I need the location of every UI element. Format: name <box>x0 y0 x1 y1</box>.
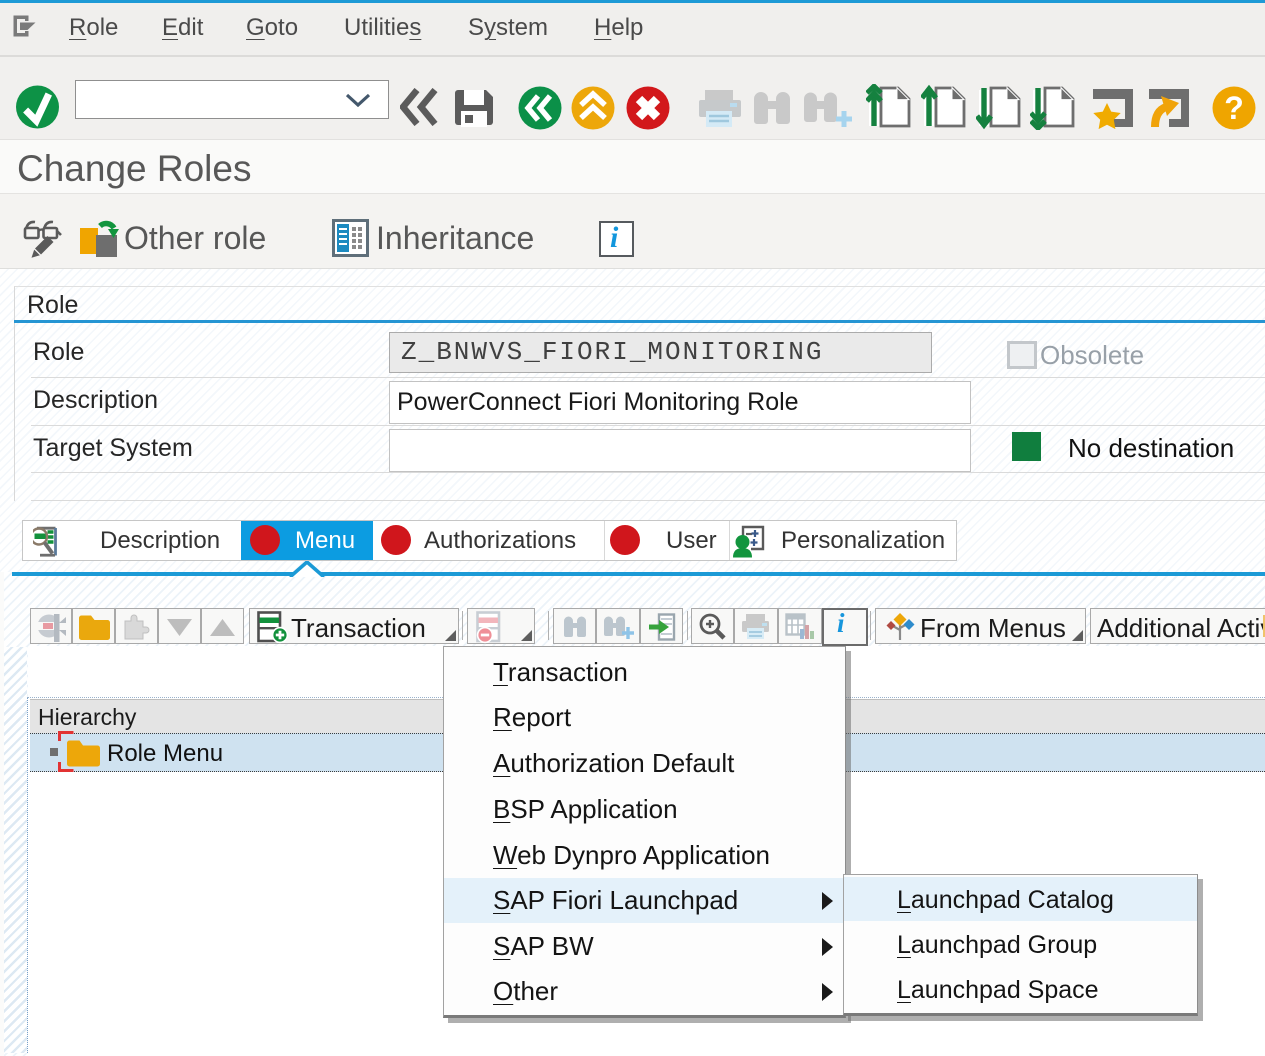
svg-text:?: ? <box>1224 90 1244 126</box>
